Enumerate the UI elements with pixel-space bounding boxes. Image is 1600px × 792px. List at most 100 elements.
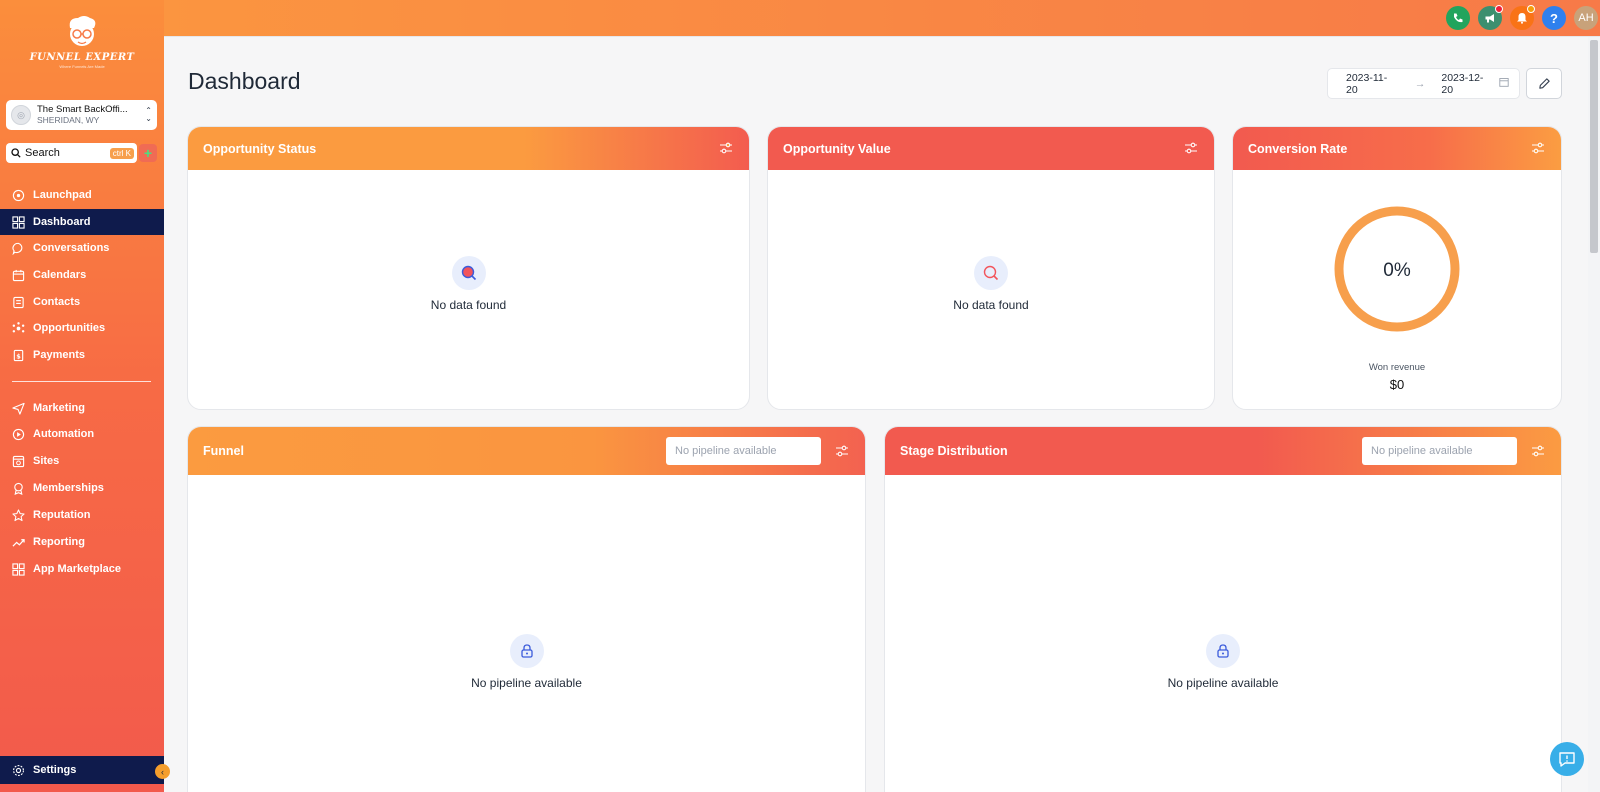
- top-bar: ? AH: [164, 0, 1600, 37]
- automation-icon: [12, 428, 25, 440]
- chat-widget-button[interactable]: [1550, 742, 1584, 776]
- chat-support-icon: [1559, 752, 1575, 767]
- location-switcher[interactable]: ◎ The Smart BackOffi... SHERIDAN, WY ⌃ ⌄: [6, 100, 157, 130]
- edit-dashboard-button[interactable]: [1526, 68, 1562, 99]
- card-header: Opportunity Value: [768, 127, 1214, 170]
- filter-icon[interactable]: [1531, 444, 1545, 458]
- user-avatar[interactable]: AH: [1574, 6, 1598, 30]
- conversion-percent: 0%: [1383, 260, 1411, 281]
- search-icon: [974, 256, 1008, 290]
- chevron-left-icon: ‹: [161, 766, 164, 777]
- contacts-icon: [13, 296, 24, 308]
- search-label: Search: [25, 147, 60, 159]
- card-header: Stage Distribution No pipeline available: [885, 427, 1561, 475]
- sidebar-item-label: Launchpad: [33, 189, 92, 201]
- sidebar-item-automation[interactable]: Automation: [0, 421, 164, 447]
- sidebar-item-conversations[interactable]: Conversations: [0, 235, 164, 261]
- opportunity-value-card: Opportunity Value No data found: [767, 126, 1215, 410]
- notification-badge: [1527, 5, 1535, 13]
- location-name: The Smart BackOffi...: [37, 104, 128, 115]
- search-icon: [11, 148, 21, 158]
- sidebar-item-sites[interactable]: Sites: [0, 448, 164, 474]
- conversion-donut: 0%: [1233, 205, 1561, 338]
- sidebar-item-label: Reporting: [33, 536, 85, 548]
- help-button[interactable]: ?: [1542, 6, 1566, 30]
- date-range-picker[interactable]: 2023-11-20 → 2023-12-20: [1327, 68, 1520, 99]
- quick-add-button[interactable]: +: [139, 144, 157, 162]
- sidebar-item-label: Calendars: [33, 269, 87, 281]
- pencil-icon: [1538, 78, 1550, 89]
- sidebar-item-marketing[interactable]: Marketing: [0, 395, 164, 421]
- grid-icon: [12, 215, 25, 229]
- opportunity-status-card: Opportunity Status No data found: [187, 126, 750, 410]
- donut-ring: 0%: [1334, 206, 1460, 332]
- card-title: Opportunity Status: [203, 141, 317, 156]
- lock-icon: [1206, 634, 1240, 668]
- notifications-button[interactable]: [1510, 5, 1535, 30]
- search-shortcut: ctrl K: [109, 147, 134, 159]
- sidebar-item-label: Automation: [33, 428, 95, 440]
- sidebar-divider: [12, 381, 151, 382]
- send-icon: [12, 402, 25, 415]
- announcements-button[interactable]: [1478, 5, 1503, 30]
- conversion-rate-card: Conversion Rate 0% Won revenue $0: [1232, 126, 1562, 410]
- sidebar-item-settings[interactable]: Settings: [0, 756, 164, 784]
- search-input[interactable]: Search ctrl K: [6, 143, 137, 163]
- collapse-sidebar-button[interactable]: ‹: [155, 764, 170, 779]
- sidebar-item-memberships[interactable]: Memberships: [0, 475, 164, 501]
- sidebar-item-label: Opportunities: [33, 322, 106, 334]
- sidebar-item-contacts[interactable]: Contacts: [0, 289, 164, 315]
- sidebar-item-dashboard[interactable]: Dashboard: [0, 209, 164, 235]
- chevron-updown-icon: ⌃ ⌄: [145, 106, 152, 123]
- lock-icon: [509, 634, 544, 668]
- sidebar-item-launchpad[interactable]: Launchpad: [0, 182, 164, 208]
- stage-distribution-card: Stage Distribution No pipeline available…: [884, 426, 1562, 792]
- sidebar-item-label: Settings: [33, 764, 77, 776]
- empty-state: No data found: [188, 256, 749, 312]
- filter-icon[interactable]: [1531, 141, 1545, 155]
- location-city: SHERIDAN, WY: [37, 115, 100, 125]
- empty-message: No data found: [430, 298, 507, 312]
- phone-button[interactable]: [1446, 6, 1470, 30]
- sidebar-item-calendars[interactable]: Calendars: [0, 262, 164, 288]
- phone-icon: [1454, 13, 1463, 23]
- page-title: Dashboard: [188, 68, 301, 94]
- sidebar-item-reporting[interactable]: Reporting: [0, 529, 164, 555]
- sidebar-item-label: Dashboard: [33, 216, 91, 228]
- sidebar-item-payments[interactable]: $ Payments: [0, 342, 164, 368]
- calendar-icon: [1499, 77, 1509, 90]
- empty-state: No data found: [768, 256, 1214, 312]
- sidebar-item-label: Sites: [33, 455, 60, 467]
- pipeline-select[interactable]: No pipeline available: [666, 437, 821, 465]
- sidebar-item-opportunities[interactable]: Opportunities: [0, 315, 164, 341]
- card-title: Opportunity Value: [783, 141, 891, 156]
- sidebar-item-app-marketplace[interactable]: App Marketplace: [0, 556, 164, 582]
- mascot-icon: [69, 16, 96, 46]
- won-revenue-label: Won revenue: [1368, 362, 1426, 373]
- sidebar-item-label: Memberships: [33, 482, 104, 494]
- card-header: Funnel No pipeline available: [188, 427, 865, 475]
- funnel-card: Funnel No pipeline available No pipeline…: [187, 426, 866, 792]
- sidebar-item-label: Conversations: [33, 242, 110, 254]
- calendar-icon: [12, 269, 25, 281]
- sidebar-item-label: Reputation: [33, 509, 91, 521]
- pipeline-select[interactable]: No pipeline available: [1362, 437, 1517, 465]
- empty-state: No pipeline available: [188, 634, 865, 690]
- card-title: Stage Distribution: [900, 444, 1008, 458]
- empty-state: No pipeline available: [885, 634, 1561, 690]
- star-icon: [12, 508, 25, 521]
- sidebar-item-reputation[interactable]: Reputation: [0, 502, 164, 528]
- brand-logo[interactable]: FUNNEL EXPERT Where Funnels Are Made: [0, 14, 164, 84]
- filter-icon[interactable]: [719, 141, 733, 155]
- date-end: 2023-12-20: [1441, 71, 1484, 96]
- scrollbar-thumb[interactable]: [1590, 40, 1598, 253]
- card-title: Conversion Rate: [1248, 141, 1348, 156]
- date-start: 2023-11-20: [1346, 71, 1388, 96]
- empty-message: No pipeline available: [471, 676, 582, 690]
- filter-icon[interactable]: [835, 444, 849, 458]
- filter-icon[interactable]: [1184, 141, 1198, 155]
- notification-badge: [1495, 5, 1503, 13]
- empty-message: No data found: [953, 298, 1029, 312]
- opportunities-icon: [12, 321, 25, 332]
- arrow-right-icon: →: [1414, 77, 1426, 90]
